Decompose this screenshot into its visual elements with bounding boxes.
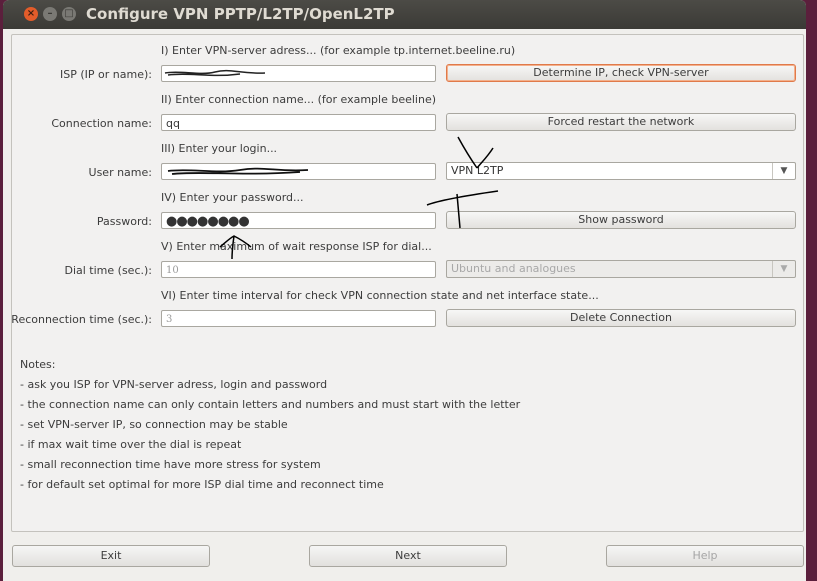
ink-annotations	[164, 69, 499, 260]
